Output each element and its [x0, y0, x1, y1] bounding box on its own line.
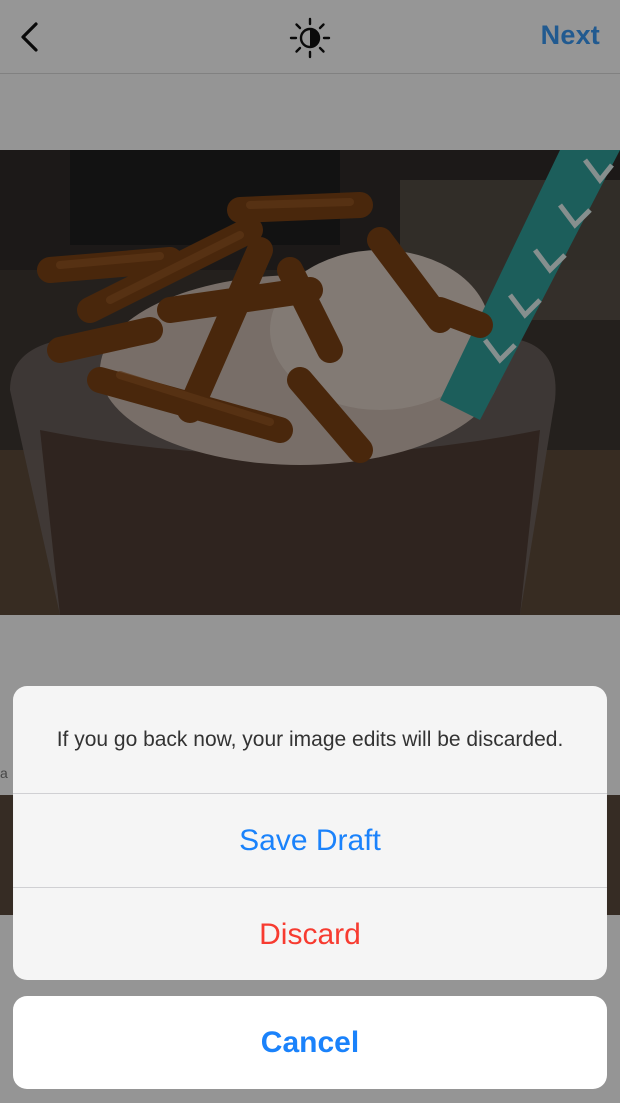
- cancel-button[interactable]: Cancel: [13, 996, 607, 1089]
- discard-button[interactable]: Discard: [13, 887, 607, 980]
- save-draft-button[interactable]: Save Draft: [13, 793, 607, 887]
- action-sheet-message: If you go back now, your image edits wil…: [56, 728, 564, 751]
- action-sheet: If you go back now, your image edits wil…: [13, 686, 607, 980]
